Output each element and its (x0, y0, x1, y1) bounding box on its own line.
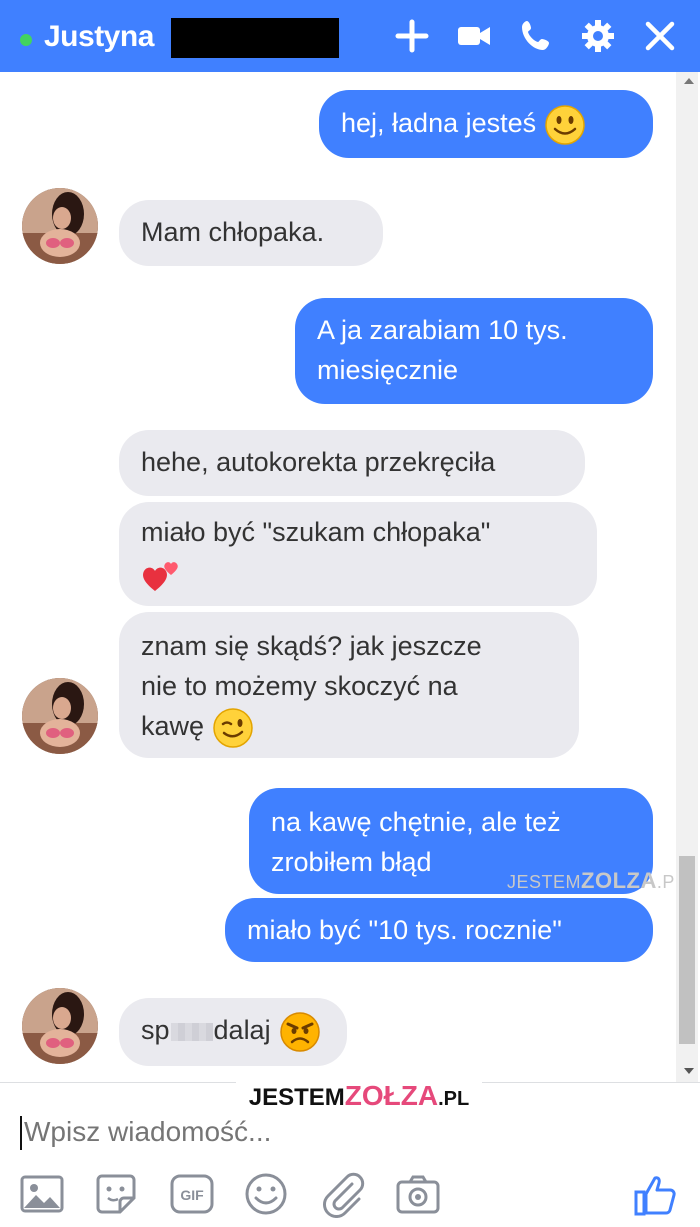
message-text-line: nie to możemy skoczyć na (141, 671, 458, 701)
incoming-message-bubble[interactable]: znam się skądś? jak jeszcze nie to możem… (119, 612, 579, 758)
incoming-message-bubble[interactable]: Mam chłopaka. (119, 200, 383, 266)
incoming-message-bubble[interactable]: miało być "szukam chłopaka" (119, 502, 597, 606)
message-text: hehe, autokorekta przekręciła (141, 447, 496, 477)
scroll-down-arrow[interactable] (684, 1068, 694, 1074)
message-text-line: na kawę chętnie, ale też (271, 807, 561, 837)
redacted-surname-bar (171, 18, 339, 58)
outgoing-message-bubble[interactable]: A ja zarabiam 10 tys. miesięcznie (295, 298, 653, 404)
contact-avatar[interactable] (22, 988, 98, 1064)
gear-icon[interactable] (580, 18, 616, 54)
watermark-text: JESTEMZOLZA.PL (507, 868, 686, 893)
thumbs-up-icon[interactable] (632, 1170, 680, 1218)
scrollbar-thumb[interactable] (679, 856, 695, 1044)
scroll-up-arrow[interactable] (684, 78, 694, 84)
censored-pixelation (170, 1022, 213, 1041)
message-list[interactable]: hej, ładna jesteś Mam chłopaka. A ja zar… (0, 72, 700, 1082)
plus-icon[interactable] (394, 18, 430, 54)
video-camera-icon[interactable] (456, 18, 492, 54)
message-text: dalaj (213, 1015, 271, 1045)
message-input[interactable] (22, 1108, 666, 1156)
emoji-icon[interactable] (242, 1170, 290, 1218)
message-text: miało być "10 tys. rocznie" (247, 915, 562, 945)
message-text-line: A ja zarabiam 10 tys. (317, 315, 568, 345)
message-text: hej, ładna jesteś (341, 108, 537, 138)
svg-text:GIF: GIF (180, 1187, 204, 1203)
wink-emoji (212, 707, 254, 749)
smile-emoji (544, 104, 586, 146)
message-text-line: znam się skądś? jak jeszcze (141, 631, 482, 661)
angry-emoji (279, 1011, 321, 1053)
message-text: miało być "szukam chłopaka" (141, 517, 491, 547)
outgoing-message-bubble[interactable]: miało być "10 tys. rocznie" (225, 898, 653, 962)
image-icon[interactable] (18, 1170, 66, 1218)
phone-icon[interactable] (518, 18, 554, 54)
message-text-line: kawę (141, 711, 205, 741)
incoming-message-bubble[interactable]: hehe, autokorekta przekręciła (119, 430, 585, 496)
camera-icon[interactable] (394, 1170, 442, 1218)
message-text: sp (141, 1015, 170, 1045)
two-hearts-emoji (141, 553, 183, 595)
outgoing-message-bubble[interactable]: hej, ładna jesteś (319, 90, 653, 158)
sticker-icon[interactable] (92, 1170, 140, 1218)
close-icon[interactable] (642, 18, 678, 54)
contact-name[interactable]: Justyna (44, 20, 154, 54)
contact-avatar[interactable] (22, 188, 98, 264)
gif-icon[interactable]: GIF (168, 1170, 216, 1218)
message-text-line: miesięcznie (317, 355, 459, 385)
online-status-dot (20, 34, 32, 46)
message-text: Mam chłopaka. (141, 217, 325, 247)
attachment-icon[interactable] (318, 1170, 366, 1218)
contact-avatar[interactable] (22, 678, 98, 754)
incoming-message-bubble[interactable]: sp dalaj (119, 998, 347, 1066)
chat-header: Justyna (0, 0, 700, 72)
